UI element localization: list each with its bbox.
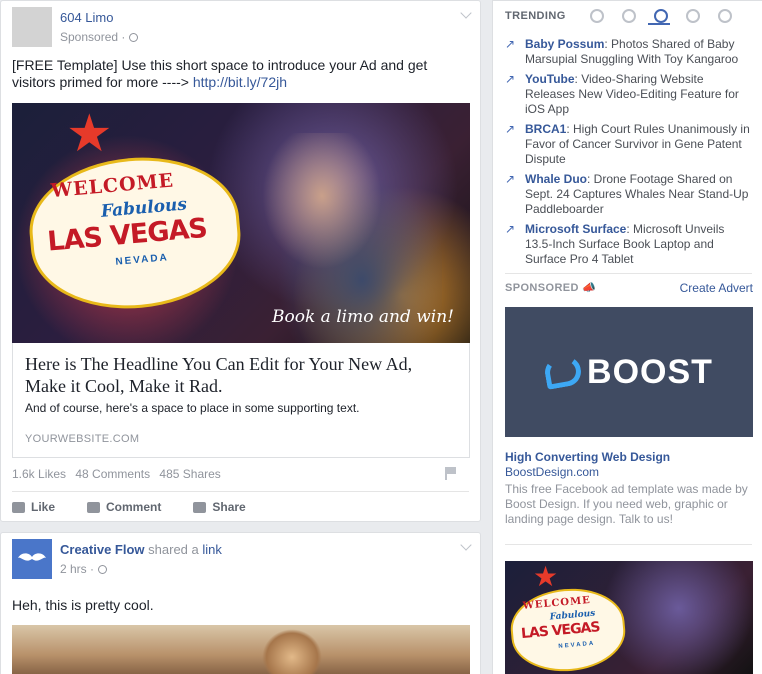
divider xyxy=(505,544,752,545)
megaphone-icon: 📣 xyxy=(582,282,597,294)
comment-label: Comment xyxy=(106,500,162,514)
trend-item[interactable]: ↗ BRCA1: High Court Rules Unanimously in… xyxy=(505,122,753,167)
trending-header: TRENDING xyxy=(505,9,755,23)
sponsored-header: SPONSORED 📣 Create Advert xyxy=(505,281,753,295)
sponsored-label: Sponsored · xyxy=(60,30,126,44)
trend-topic[interactable]: Baby Possum xyxy=(525,37,604,51)
comment-button[interactable]: Comment xyxy=(87,500,161,514)
trend-arrow-icon: ↗ xyxy=(505,172,516,186)
share-arrow-icon xyxy=(193,501,207,513)
page-avatar[interactable] xyxy=(12,539,52,579)
ad-website: YOURWEBSITE.COM xyxy=(25,433,140,445)
thumbs-up-icon xyxy=(12,501,25,513)
page-name-link[interactable]: Creative Flow xyxy=(60,542,145,557)
trending-label: TRENDING xyxy=(505,10,566,22)
comments-count[interactable]: 48 Comments xyxy=(75,467,150,481)
sign-las-vegas: LAS VEGAS xyxy=(46,212,209,258)
post-header: 604 Limo Sponsored · xyxy=(12,7,139,47)
ad-description: This free Facebook ad template was made … xyxy=(505,482,748,526)
post-time[interactable]: 2 hrs · xyxy=(60,562,94,576)
ad-thumbnail[interactable]: WELCOME Fabulous LAS VEGAS NEVADA ★ xyxy=(505,561,753,674)
trend-item[interactable]: ↗ Microsoft Surface: Microsoft Unveils 1… xyxy=(505,222,753,267)
trending-categories xyxy=(589,9,732,23)
politics-icon[interactable] xyxy=(621,9,636,23)
boost-mark-icon xyxy=(542,354,584,390)
boost-ad-image[interactable]: BOOST xyxy=(505,307,753,437)
divider xyxy=(505,273,752,274)
like-button[interactable]: Like xyxy=(12,500,55,514)
trend-arrow-icon: ↗ xyxy=(505,222,516,236)
trend-arrow-icon: ↗ xyxy=(505,72,516,86)
sponsored-post: 604 Limo Sponsored · [FREE Template] Use… xyxy=(0,0,481,522)
like-label: Like xyxy=(31,500,56,514)
post-stats: 1.6k Likes 48 Comments 485 Shares xyxy=(12,467,227,481)
page-avatar[interactable] xyxy=(12,7,52,47)
sign-nevada: NEVADA xyxy=(558,640,596,650)
las-vegas-sign: WELCOME Fabulous LAS VEGAS NEVADA xyxy=(23,149,247,317)
entertainment-icon[interactable] xyxy=(717,9,732,23)
divider xyxy=(12,491,469,492)
link-preview[interactable]: Here is The Headline You Can Edit for Yo… xyxy=(12,343,470,458)
trend-item[interactable]: ↗ Whale Duo: Drone Footage Shared on Sep… xyxy=(505,172,753,217)
shared-post: Creative Flow shared a link 2 hrs · Heh,… xyxy=(0,532,481,674)
globe-icon xyxy=(129,32,139,42)
star-icon: ★ xyxy=(533,561,559,592)
post-text: [FREE Template] Use this short space to … xyxy=(12,57,452,91)
post-link[interactable]: http://bit.ly/72jh xyxy=(193,74,287,90)
shared-link[interactable]: link xyxy=(202,542,222,557)
ad-url-link[interactable]: BoostDesign.com xyxy=(505,465,599,479)
create-advert-link[interactable]: Create Advert xyxy=(680,281,753,295)
post-author-line: Creative Flow shared a link xyxy=(60,542,222,557)
post-meta: Sponsored · xyxy=(60,30,139,44)
ad-tagline: Book a limo and win! xyxy=(272,307,454,327)
likes-count[interactable]: 1.6k Likes xyxy=(12,467,66,481)
sign-nevada: NEVADA xyxy=(115,252,170,268)
trending-list: ↗ Baby Possum: Photos Shared of Baby Mar… xyxy=(505,37,753,272)
share-label: Share xyxy=(212,500,246,514)
trend-topic[interactable]: Microsoft Surface xyxy=(525,222,626,236)
star-icon: ★ xyxy=(66,105,113,163)
trend-arrow-icon: ↗ xyxy=(505,37,516,51)
trending-arrow-icon[interactable] xyxy=(589,9,604,23)
right-sidebar: TRENDING ↗ Baby Possum: Photos Shared of… xyxy=(492,0,762,674)
boost-logo: BOOST xyxy=(542,352,713,392)
post-text: Heh, this is pretty cool. xyxy=(12,597,154,613)
trend-topic[interactable]: BRCA1 xyxy=(525,122,566,136)
chevron-down-icon[interactable] xyxy=(460,539,472,551)
ad-headline: Here is The Headline You Can Edit for Yo… xyxy=(25,354,413,396)
share-button[interactable]: Share xyxy=(193,500,246,514)
trend-topic[interactable]: Whale Duo xyxy=(525,172,587,186)
post-actions: Like Comment Share xyxy=(12,500,278,514)
sign-las-vegas: LAS VEGAS xyxy=(520,619,601,643)
ad-support-text: And of course, here's a space to place i… xyxy=(25,401,360,415)
mustache-icon xyxy=(18,553,46,561)
post-image[interactable] xyxy=(12,625,470,674)
post-meta: 2 hrs · xyxy=(60,562,222,576)
comment-icon xyxy=(87,501,101,513)
active-tab-indicator xyxy=(648,23,670,25)
post-header: Creative Flow shared a link 2 hrs · xyxy=(12,539,222,579)
trend-item[interactable]: ↗ Baby Possum: Photos Shared of Baby Mar… xyxy=(505,37,753,67)
shares-count[interactable]: 485 Shares xyxy=(159,467,220,481)
ad-image[interactable]: WELCOME Fabulous LAS VEGAS NEVADA ★ Book… xyxy=(12,103,470,343)
ad-title-link[interactable]: High Converting Web Design xyxy=(505,450,670,464)
trend-topic[interactable]: YouTube xyxy=(525,72,575,86)
las-vegas-sign: WELCOME Fabulous LAS VEGAS NEVADA xyxy=(507,584,629,674)
trend-item[interactable]: ↗ YouTube: Video-Sharing Website Release… xyxy=(505,72,753,117)
sponsored-label: SPONSORED 📣 xyxy=(505,282,597,294)
globe-icon xyxy=(98,564,108,574)
science-icon[interactable] xyxy=(653,9,668,23)
chevron-down-icon[interactable] xyxy=(460,7,472,19)
shared-a-text: shared a xyxy=(148,542,199,557)
flag-icon[interactable] xyxy=(445,467,456,480)
trend-arrow-icon: ↗ xyxy=(505,122,516,136)
boost-logo-text: BOOST xyxy=(587,352,713,391)
sports-icon[interactable] xyxy=(685,9,700,23)
page-name-link[interactable]: 604 Limo xyxy=(60,10,138,25)
